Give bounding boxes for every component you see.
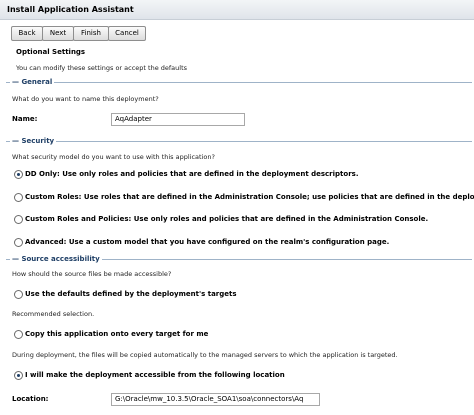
back-button[interactable]: Back [11, 26, 43, 41]
source-defaults-label: Use the defaults defined by the deployme… [25, 290, 237, 298]
copy-note: During deployment, the files will be cop… [12, 351, 398, 359]
security-question: What security model do you want to use w… [12, 153, 215, 161]
general-question: What do you want to name this deployment… [12, 95, 159, 103]
source-manual-radio[interactable] [14, 371, 23, 380]
security-title-text: Security [21, 137, 55, 145]
title-bar: Install Application Assistant [0, 0, 474, 20]
general-divider [6, 82, 472, 83]
optional-settings-desc: You can modify these settings or accept … [16, 64, 188, 72]
recommended-text: Recommended selection. [12, 310, 95, 318]
security-advanced-label: Advanced: Use a custom model that you ha… [25, 238, 390, 246]
source-copy-label: Copy this application onto every target … [25, 330, 209, 338]
security-custom-roles-radio[interactable] [14, 193, 23, 202]
security-custom-roles-policies-label: Custom Roles and Policies: Use only role… [25, 215, 429, 223]
optional-settings-title: Optional Settings [16, 48, 86, 56]
source-title: — Source accessibility [10, 255, 102, 263]
location-label: Location: [12, 395, 49, 403]
security-custom-roles-label: Custom Roles: Use roles that are defined… [25, 193, 474, 201]
name-label: Name: [12, 115, 38, 123]
source-question: How should the source files be made acce… [12, 270, 172, 278]
window-title: Install Application Assistant [7, 5, 134, 14]
security-divider [6, 141, 472, 142]
security-title: — Security [10, 137, 57, 145]
next-button[interactable]: Next [42, 26, 74, 41]
source-title-text: Source accessibility [21, 255, 100, 263]
security-dd-only-radio[interactable] [14, 170, 23, 179]
location-field[interactable]: G:\Oracle\mw_10.3.5\Oracle_SOA1\soa\conn… [111, 393, 320, 406]
source-copy-radio[interactable] [14, 330, 23, 339]
general-title: — General [10, 78, 55, 86]
security-advanced-radio[interactable] [14, 238, 23, 247]
security-custom-roles-policies-radio[interactable] [14, 215, 23, 224]
name-field[interactable]: AqAdapter [111, 113, 245, 126]
source-defaults-radio[interactable] [14, 290, 23, 299]
cancel-button[interactable]: Cancel [108, 26, 146, 41]
finish-button[interactable]: Finish [73, 26, 109, 41]
general-title-text: General [21, 78, 53, 86]
source-manual-label: I will make the deployment accessible fr… [25, 371, 285, 379]
security-dd-only-label: DD Only: Use only roles and policies tha… [25, 170, 359, 178]
